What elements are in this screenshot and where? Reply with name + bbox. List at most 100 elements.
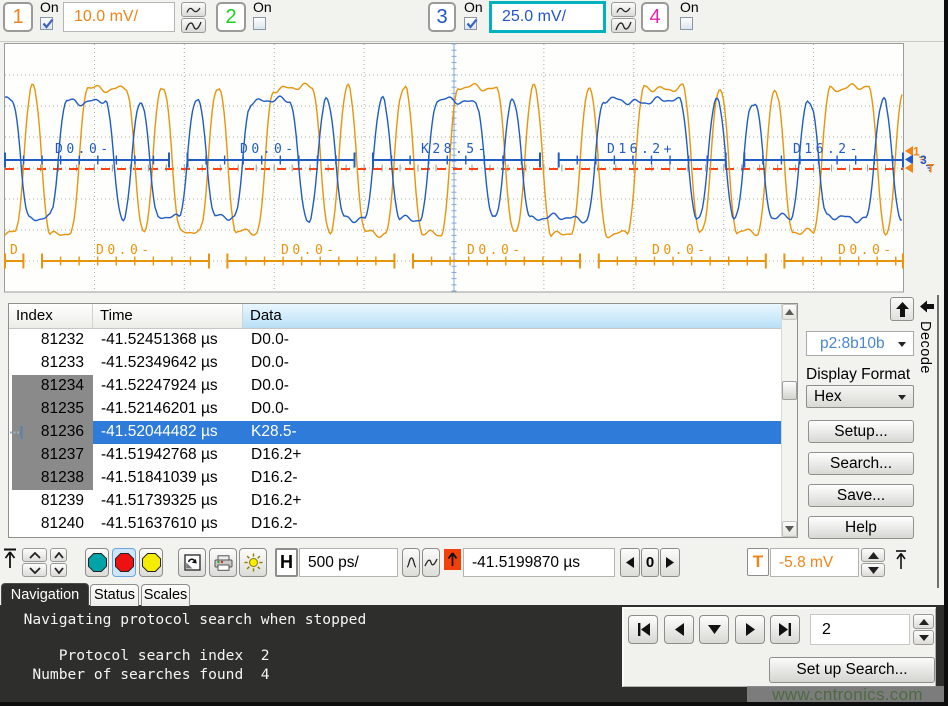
table-row[interactable]: 81239-41.51739325 µsD16.2+ <box>9 490 781 513</box>
trigger-button[interactable]: T <box>747 548 769 576</box>
stop-button[interactable] <box>112 548 136 577</box>
set-up-search-button[interactable]: Set up Search... <box>769 657 935 683</box>
display-format-dropdown[interactable]: Hex <box>806 385 914 408</box>
level-down-button-shape <box>868 567 879 574</box>
cell-time: -41.51739325 µs <box>93 490 243 513</box>
printer-icon-shape <box>220 560 222 562</box>
horizontal-position-field[interactable]: -41.5199870 µs <box>463 548 615 577</box>
trigger-level-spinner <box>861 548 885 578</box>
last-icon-shape <box>788 623 790 636</box>
down-triangle-icon-shape <box>785 526 794 532</box>
listing-scrollbar[interactable] <box>781 304 797 537</box>
nudge-up-button[interactable] <box>22 548 47 562</box>
channel-3-scale-field[interactable]: 25.0 mV/ <box>489 1 606 33</box>
table-row[interactable]: 81233-41.52349642 µsD0.0- <box>9 352 781 375</box>
printer-icon <box>214 555 233 571</box>
result-up-button[interactable] <box>913 614 934 629</box>
search-button[interactable]: Search... <box>808 452 914 475</box>
table-row[interactable]: 81235-41.52146201 µsD0.0- <box>9 398 781 421</box>
channel-3-on-checkbox[interactable] <box>464 17 477 30</box>
trigger-position-icon-shape <box>447 552 458 567</box>
channel-bar: 1On10.0 mV/2On3On25.0 mV/4On <box>0 0 944 42</box>
listing-header-index[interactable]: Index <box>9 304 93 328</box>
orange-bus-decode-label: D <box>10 243 21 258</box>
listing-header-data[interactable]: Data <box>243 304 781 328</box>
result-down-button[interactable] <box>913 630 934 645</box>
channel-2-on-checkbox[interactable] <box>253 17 266 30</box>
last-result-button[interactable] <box>770 615 800 644</box>
channel-4-on-checkbox[interactable] <box>680 17 693 30</box>
table-row-selected[interactable]: 81236-41.52044482 µsK28.5- <box>9 421 781 444</box>
scrollbar-down-button[interactable] <box>782 521 797 537</box>
channel-3-button[interactable]: 3 <box>428 2 456 32</box>
save-button[interactable]: Save... <box>808 484 914 507</box>
trigger-level-field[interactable]: -5.8 mV <box>770 548 859 577</box>
print-button[interactable] <box>209 548 237 577</box>
search-result-number-input[interactable]: 2 <box>810 614 910 645</box>
scrollbar-up-button[interactable] <box>782 304 797 320</box>
small-wave-icon-shape <box>187 8 200 13</box>
table-row[interactable]: 81237-41.51942768 µsD16.2+ <box>9 444 781 467</box>
nudge-up-button-shape-shape <box>55 553 63 558</box>
zoom-out-horizontal-button[interactable] <box>422 548 440 577</box>
nudge-up-button-shape <box>54 552 64 559</box>
channel-4-button[interactable]: 4 <box>641 2 669 32</box>
marker-label-3: 3 <box>920 153 927 167</box>
down-triangle-icon <box>785 526 794 532</box>
trigger-slope-icon[interactable] <box>893 548 909 575</box>
decode-bus-dropdown[interactable]: p2:8b10b <box>806 331 914 356</box>
sun-icon-shape-shape <box>257 556 259 558</box>
pan-left-button[interactable] <box>620 548 640 577</box>
setup-button[interactable]: Setup... <box>808 420 914 443</box>
nudge-down-button[interactable] <box>50 563 67 577</box>
tab-status[interactable]: Status <box>90 584 139 606</box>
tab-scales[interactable]: Scales <box>141 584 190 606</box>
pan-right-button[interactable] <box>660 548 680 577</box>
table-row[interactable]: 81232-41.52451368 µsD0.0- <box>9 329 781 352</box>
current-result-button[interactable] <box>699 615 729 644</box>
channel-2-button[interactable]: 2 <box>216 2 246 32</box>
decode-side-tab[interactable]: Decode <box>917 295 939 588</box>
run-button[interactable] <box>85 548 109 577</box>
scale-bigger-button[interactable] <box>611 18 636 33</box>
help-button[interactable]: Help <box>808 516 914 539</box>
channel-3-on-checkbox-shape <box>465 17 479 31</box>
scrollbar-thumb[interactable] <box>782 381 797 400</box>
level-up-button-shape <box>868 552 879 559</box>
collapse-listing-button[interactable] <box>890 297 914 321</box>
right-triangle-icon-shape <box>666 557 674 568</box>
scale-smaller-button[interactable] <box>611 2 636 17</box>
cell-time: -41.52146201 µs <box>93 398 243 421</box>
cell-data: D0.0- <box>243 352 781 375</box>
display-brightness-button[interactable] <box>239 548 267 577</box>
horizontal-button[interactable]: H <box>275 548 298 577</box>
scroll-to-top-icon[interactable] <box>3 548 17 574</box>
channel-1-button[interactable]: 1 <box>3 2 33 32</box>
cell-index: 81234 <box>9 375 93 398</box>
last-icon <box>779 623 792 636</box>
cell-time: -41.52247924 µs <box>93 375 243 398</box>
channel-1-scale-field[interactable]: 10.0 mV/ <box>63 2 175 32</box>
table-row[interactable]: 81234-41.52247924 µsD0.0- <box>9 375 781 398</box>
listing-header-time[interactable]: Time <box>93 304 243 328</box>
waveform-plot[interactable]: D0.0-D0.0-K28.5-D16.2+D16.2-DD0.0-D0.0-D… <box>4 43 944 293</box>
tab-navigation[interactable]: Navigation <box>1 583 89 606</box>
previous-result-button[interactable] <box>664 615 694 644</box>
clear-display-button[interactable] <box>178 548 206 577</box>
left-triangle-icon-shape <box>626 557 634 568</box>
zero-position-button[interactable]: 0 <box>641 548 659 577</box>
nudge-down-button[interactable] <box>22 563 47 577</box>
zoom-in-horizontal-button[interactable] <box>402 548 420 577</box>
single-button[interactable] <box>139 548 163 577</box>
scale-smaller-button[interactable] <box>181 2 206 17</box>
scale-bigger-button[interactable] <box>181 18 206 33</box>
channel-1-on-checkbox[interactable] <box>40 17 53 30</box>
table-row[interactable]: 81240-41.51637610 µsD16.2- <box>9 513 781 536</box>
next-result-button[interactable] <box>735 615 765 644</box>
first-result-button[interactable] <box>628 615 658 644</box>
horizontal-scale-field[interactable]: 500 ps/ <box>299 548 398 577</box>
level-down-button[interactable] <box>861 563 885 577</box>
level-up-button[interactable] <box>861 548 885 562</box>
table-row[interactable]: 81238-41.51841039 µsD16.2- <box>9 467 781 490</box>
nudge-up-button[interactable] <box>50 548 67 562</box>
